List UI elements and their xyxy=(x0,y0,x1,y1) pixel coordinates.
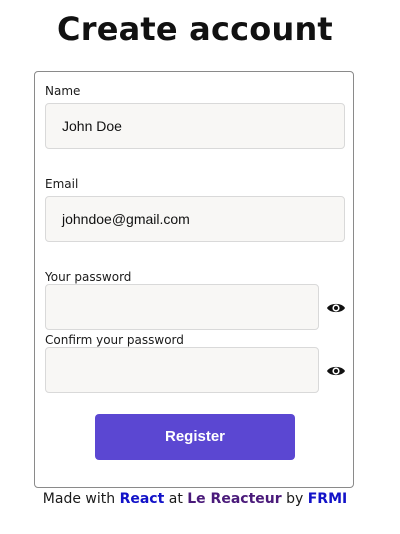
footer-by: by xyxy=(286,491,304,507)
name-input[interactable]: John Doe xyxy=(45,103,345,149)
register-button[interactable]: Register xyxy=(95,414,295,460)
footer-made-with: Made with xyxy=(42,491,116,507)
signup-form: Name John Doe Email johndoe@gmail.com Yo… xyxy=(34,71,354,488)
email-label: Email xyxy=(45,177,79,191)
name-label: Name xyxy=(45,84,81,98)
footer: Made with React at Le Reacteur by FRMI xyxy=(0,491,390,507)
react-link[interactable]: React xyxy=(120,491,165,507)
password-label: Your password xyxy=(45,270,132,284)
page: Create account Name John Doe Email johnd… xyxy=(0,0,400,534)
eye-icon[interactable] xyxy=(326,364,346,378)
le-reacteur-link[interactable]: Le Reacteur xyxy=(187,491,281,507)
confirm-password-input[interactable] xyxy=(45,347,319,393)
footer-at: at xyxy=(168,491,183,507)
password-input[interactable] xyxy=(45,284,319,330)
confirm-password-label: Confirm your password xyxy=(45,333,184,347)
page-title: Create account xyxy=(57,10,333,48)
eye-icon[interactable] xyxy=(326,301,346,315)
frmi-link[interactable]: FRMI xyxy=(308,491,347,507)
email-input[interactable]: johndoe@gmail.com xyxy=(45,196,345,242)
